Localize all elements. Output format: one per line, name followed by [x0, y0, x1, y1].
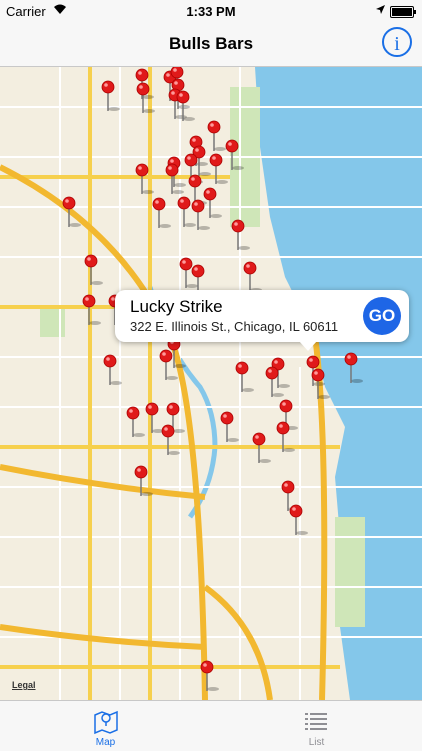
status-time: 1:33 PM — [186, 4, 236, 19]
battery-icon — [390, 6, 416, 18]
navigation-bar: Bulls Bars i — [0, 22, 422, 67]
park — [335, 517, 365, 627]
info-button[interactable]: i — [382, 27, 412, 57]
go-button[interactable]: GO — [363, 297, 401, 335]
tab-list-label: List — [308, 737, 325, 748]
tab-list[interactable]: List — [211, 701, 422, 751]
status-bar: Carrier 1:33 PM — [0, 0, 422, 22]
map-view[interactable] — [0, 67, 422, 700]
tab-map-label: Map — [95, 737, 116, 748]
tab-map[interactable]: Map — [0, 701, 211, 751]
tab-bar: Map List — [0, 700, 422, 751]
list-icon — [301, 707, 331, 733]
map-icon — [91, 707, 121, 735]
info-icon: i — [394, 33, 400, 55]
map-canvas[interactable] — [0, 67, 422, 700]
location-arrow-icon — [375, 3, 386, 18]
park — [40, 307, 65, 337]
location-callout[interactable]: Lucky Strike 322 E. Illinois St., Chicag… — [115, 290, 409, 351]
callout-title: Lucky Strike — [130, 297, 223, 316]
page-title: Bulls Bars — [168, 34, 254, 53]
callout-address: 322 E. Illinois St., Chicago, IL 60611 — [130, 319, 339, 334]
legal-link[interactable]: Legal — [12, 680, 36, 690]
